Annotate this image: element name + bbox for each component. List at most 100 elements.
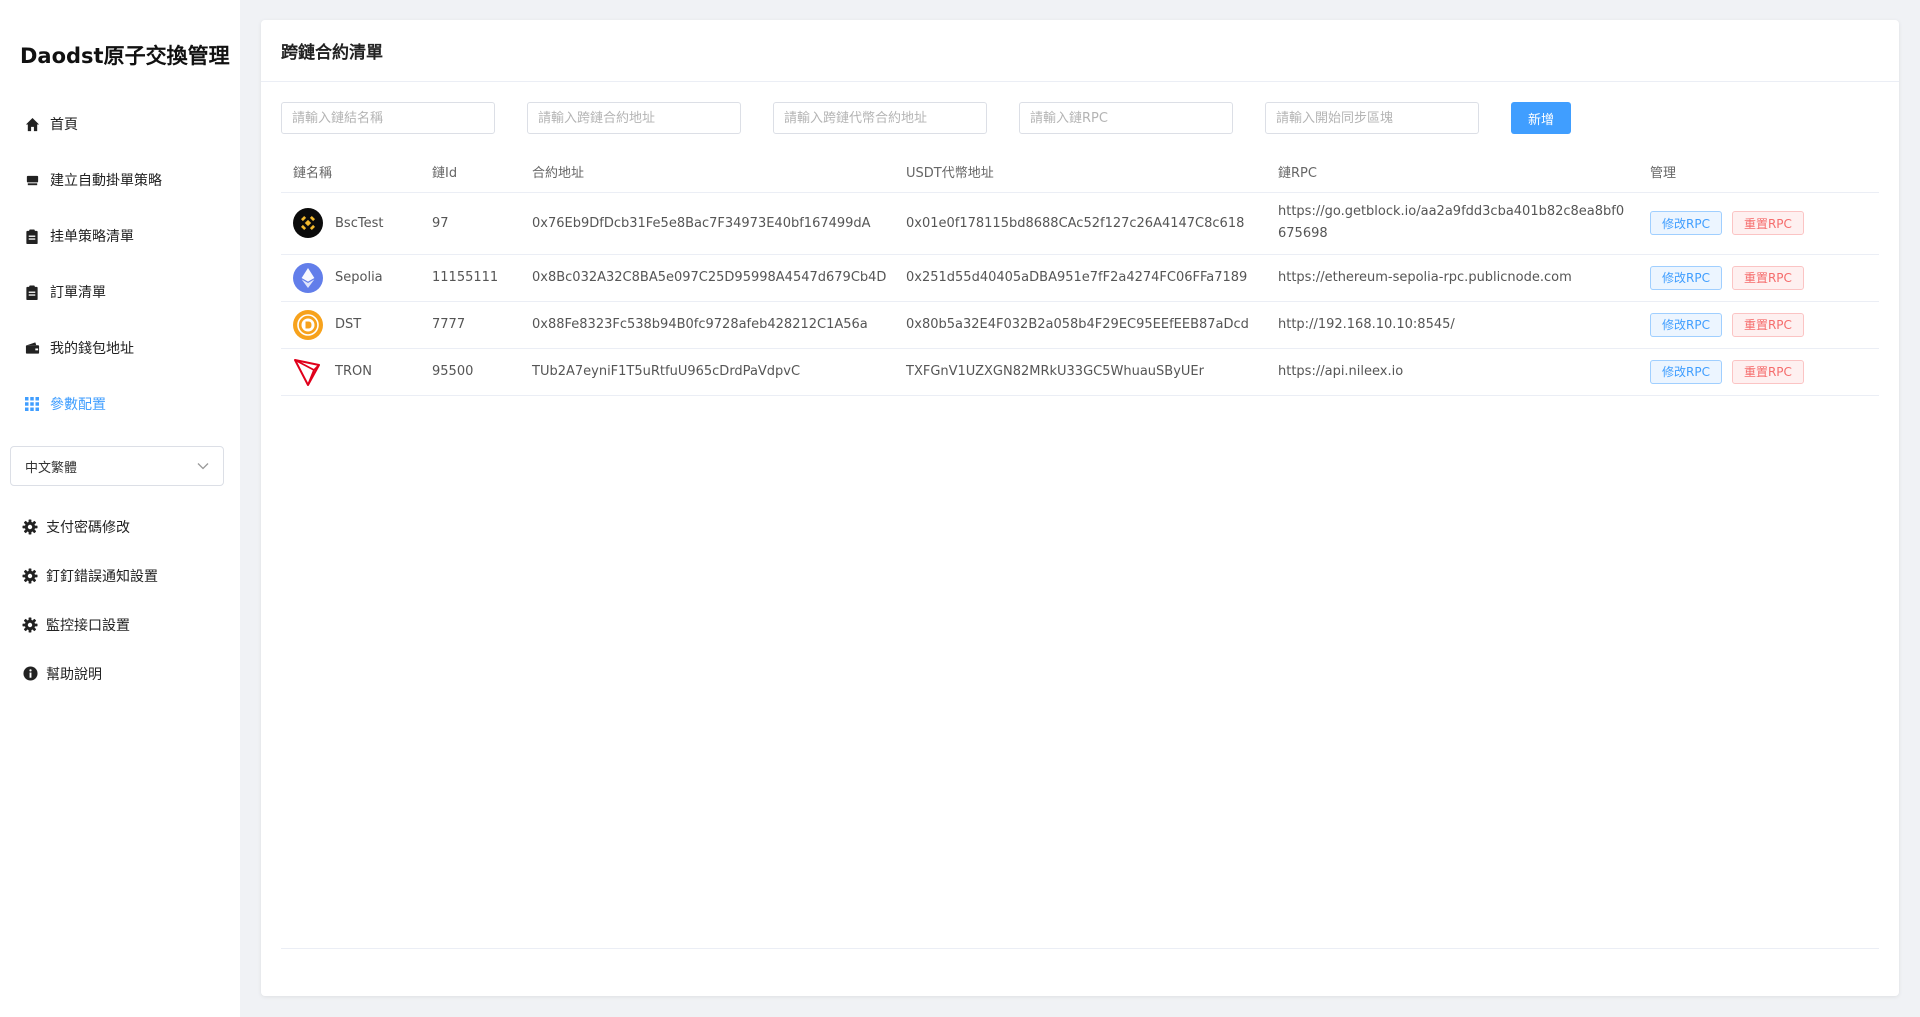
table-row: DST 7777 0x88Fe8323Fc538b94B0fc9728afeb4… [281,301,1879,349]
header-rpc: 鏈RPC [1266,152,1638,193]
actions-cell: 修改RPC 重置RPC [1638,254,1879,302]
app-title: Daodst原子交換管理 [20,44,230,68]
rpc-url-cell: https://api.nileex.io [1266,348,1638,396]
table-row: Sepolia 11155111 0x8Bc032A32C8BA5e097C25… [281,254,1879,302]
grid-icon [24,396,40,412]
contract-address: 0x8Bc032A32C8BA5e097C25D95998A4547d679Cb… [520,254,894,302]
chain-name-cell: TRON [293,357,420,387]
header-contract: 合約地址 [520,152,894,193]
info-icon [22,666,38,682]
rpc-url: https://ethereum-sepolia-rpc.publicnode.… [1278,269,1572,285]
header-chain-name: 鏈名稱 [281,152,420,193]
chain-id: 95500 [420,348,520,396]
token-address-input[interactable] [773,102,987,134]
settings-nav: 支付密碼修改 釘釘錯誤通知設置 監控接口設置 幫助說明 [0,502,240,698]
sidebar-item-orders[interactable]: 訂單清單 [0,264,240,320]
sidebar-item-label: 我的錢包地址 [50,341,134,357]
rpc-url-cell: https://ethereum-sepolia-rpc.publicnode.… [1266,254,1638,302]
sidebar-item-monitor-api[interactable]: 監控接口設置 [0,600,240,649]
sidebar-item-label: 參數配置 [50,397,106,413]
tron-logo-icon [293,357,323,387]
chevron-down-icon [197,459,209,474]
chain-id: 11155111 [420,254,520,302]
filter-toolbar: 新增 [281,102,1571,134]
chain-name-input[interactable] [281,102,495,134]
sidebar-nav: 首頁 建立自動掛單策略 挂单策略清單 訂單清單 我的錢包地址 參數配置 [0,96,240,432]
rpc-url-cell: http://192.168.10.10:8545/ [1266,301,1638,349]
table-row: TRON 95500 TUb2A7eyniF1T5uRtfuU965cDrdPa… [281,348,1879,396]
rpc-input[interactable] [1019,102,1233,134]
rpc-url: http://192.168.10.10:8545/ [1278,316,1455,332]
clipboard-icon [24,228,40,244]
usdt-address: 0x01e0f178115bd8688CAc52f127c26A4147C8c6… [894,192,1266,255]
edit-rpc-button[interactable]: 修改RPC [1650,312,1722,337]
main-card: 跨鏈合約清單 新增 鏈名稱 鏈Id 合約地址 USDT代幣地址 鏈RPC 管理 [261,20,1899,996]
sidebar-item-label: 建立自動掛單策略 [50,173,162,189]
bnb-logo-icon [293,208,323,238]
sidebar-item-payment-password[interactable]: 支付密碼修改 [0,502,240,551]
edit-rpc-button[interactable]: 修改RPC [1650,211,1722,235]
sidebar-item-help[interactable]: 幫助說明 [0,649,240,698]
reset-rpc-button[interactable]: 重置RPC [1731,359,1804,384]
actions-cell: 修改RPC 重置RPC [1638,192,1879,255]
chain-id: 97 [420,192,520,255]
sidebar-item-params[interactable]: 參數配置 [0,376,240,432]
chain-name-cell: DST [293,309,420,340]
usdt-address: 0x251d55d40405aDBA951e7fF2a4274FC06FFa71… [894,254,1266,302]
ethereum-logo-icon [293,262,323,293]
sidebar-item-label: 釘釘錯誤通知設置 [46,568,158,585]
sidebar-item-strategy-list[interactable]: 挂单策略清單 [0,208,240,264]
gear-icon [22,519,38,535]
language-select[interactable]: 中文繁體 [10,446,224,486]
sidebar-item-label: 首頁 [50,117,78,133]
store-icon [24,172,40,188]
sidebar-item-label: 幫助說明 [46,666,102,683]
reset-rpc-button[interactable]: 重置RPC [1731,265,1804,290]
sidebar-item-home[interactable]: 首頁 [0,96,240,152]
chain-name: BscTest [335,215,384,231]
gear-icon [22,568,38,584]
sidebar-item-label: 支付密碼修改 [46,519,130,536]
contract-address: 0x76Eb9DfDcb31Fe5e8Bac7F34973E40bf167499… [520,192,894,255]
chain-name-cell: BscTest [293,208,420,238]
sidebar: Daodst原子交換管理 首頁 建立自動掛單策略 挂单策略清單 訂單清單 我的錢… [0,0,240,1017]
rpc-url: https://api.nileex.io [1278,363,1404,379]
chain-name: DST [335,317,362,332]
gear-icon [22,617,38,633]
chain-table: 鏈名稱 鏈Id 合約地址 USDT代幣地址 鏈RPC 管理 BscTest 97… [281,152,1879,396]
sidebar-item-dingtalk-notify[interactable]: 釘釘錯誤通知設置 [0,551,240,600]
header-manage: 管理 [1638,152,1879,193]
table-row: BscTest 97 0x76Eb9DfDcb31Fe5e8Bac7F34973… [281,192,1879,255]
sidebar-item-wallet[interactable]: 我的錢包地址 [0,320,240,376]
language-select-value: 中文繁體 [25,460,78,476]
sidebar-item-create-strategy[interactable]: 建立自動掛單策略 [0,152,240,208]
edit-rpc-button[interactable]: 修改RPC [1650,359,1722,384]
home-icon [24,116,40,132]
contract-address: TUb2A7eyniF1T5uRtfuU965cDrdPaVdpvC [520,348,894,396]
chain-name: Sepolia [335,270,383,285]
contract-address-input[interactable] [527,102,741,134]
sidebar-item-label: 監控接口設置 [46,617,130,634]
reset-rpc-button[interactable]: 重置RPC [1731,312,1804,337]
rpc-url: https://go.getblock.io/aa2a9fdd3cba401b8… [1278,204,1625,241]
edit-rpc-button[interactable]: 修改RPC [1650,265,1722,290]
reset-rpc-button[interactable]: 重置RPC [1731,211,1804,235]
start-block-input[interactable] [1265,102,1479,134]
actions-cell: 修改RPC 重置RPC [1638,348,1879,396]
contract-address: 0x88Fe8323Fc538b94B0fc9728afeb428212C1A5… [520,301,894,349]
chain-name: TRON [335,364,372,379]
rpc-url-cell: https://go.getblock.io/aa2a9fdd3cba401b8… [1266,192,1638,255]
chain-name-cell: Sepolia [293,262,420,293]
dst-logo-icon [293,309,323,340]
usdt-address: TXFGnV1UZXGN82MRkU33GC5WhuauSByUEr [894,348,1266,396]
page-title: 跨鏈合約清單 [261,20,1899,82]
table-footer-divider [281,948,1879,949]
add-button[interactable]: 新增 [1511,102,1571,134]
table-header-row: 鏈名稱 鏈Id 合約地址 USDT代幣地址 鏈RPC 管理 [281,152,1879,193]
actions-cell: 修改RPC 重置RPC [1638,301,1879,349]
chain-id: 7777 [420,301,520,349]
sidebar-item-label: 訂單清單 [50,285,106,301]
header-usdt: USDT代幣地址 [894,152,1266,193]
clipboard-icon [24,284,40,300]
sidebar-item-label: 挂单策略清單 [50,229,134,245]
